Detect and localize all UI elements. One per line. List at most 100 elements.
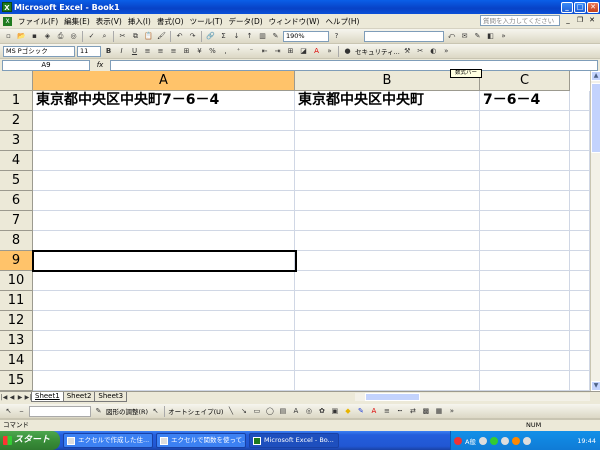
menu-window[interactable]: ウィンドウ(W) xyxy=(266,16,323,27)
design-mode-icon[interactable]: ✂ xyxy=(415,46,426,57)
maximize-button[interactable]: □ xyxy=(574,1,586,13)
grid-cell[interactable] xyxy=(295,231,480,251)
print-icon[interactable]: ⎙ xyxy=(55,31,66,42)
grid-cell[interactable] xyxy=(295,291,480,311)
increase-indent-icon[interactable]: ⇥ xyxy=(272,46,283,57)
tray-icon[interactable] xyxy=(489,436,498,445)
line-icon[interactable]: ╲ xyxy=(225,406,236,417)
reply-icon[interactable]: ⤺ xyxy=(446,31,457,42)
taskbar-item-1[interactable]: エクセルで作成した住... xyxy=(63,433,153,448)
sheet-tab-3[interactable]: Sheet3 xyxy=(94,392,128,402)
menu-tools[interactable]: ツール(T) xyxy=(187,16,226,27)
grid-cell[interactable] xyxy=(570,91,590,111)
row-header[interactable]: 12 xyxy=(0,311,33,331)
grid-cell[interactable] xyxy=(295,131,480,151)
grid-cell[interactable] xyxy=(480,291,570,311)
grid-cell[interactable] xyxy=(33,291,295,311)
grid-cell[interactable] xyxy=(295,311,480,331)
grid-cell[interactable] xyxy=(570,351,590,371)
ime-indicator[interactable]: A般 xyxy=(465,436,476,446)
grid-cell[interactable] xyxy=(570,111,590,131)
clock[interactable]: 19:44 xyxy=(577,437,596,445)
grid-cell[interactable] xyxy=(480,191,570,211)
autoshape-menu[interactable]: オートシェイプ(U) xyxy=(168,406,223,416)
review-icon[interactable]: ✉ xyxy=(459,31,470,42)
arrow-icon[interactable]: ↘ xyxy=(238,406,249,417)
diagram-icon[interactable]: ◎ xyxy=(303,406,314,417)
drawing-font-color-icon[interactable]: A xyxy=(368,406,379,417)
tray-icon[interactable] xyxy=(522,436,531,445)
fill-color-icon[interactable]: ◪ xyxy=(298,46,309,57)
row-header-selected[interactable]: 9 xyxy=(0,251,33,271)
grid-cell[interactable] xyxy=(33,111,295,131)
menu-file[interactable]: ファイル(F) xyxy=(15,16,61,27)
pointer-icon[interactable]: ↖ xyxy=(150,406,161,417)
row-header[interactable]: 15 xyxy=(0,371,33,391)
sheet-tab-2[interactable]: Sheet2 xyxy=(62,392,96,402)
menu-edit[interactable]: 編集(E) xyxy=(61,16,93,27)
line-style-2-icon[interactable]: ≡ xyxy=(381,406,392,417)
paste-icon[interactable]: 📋 xyxy=(143,31,154,42)
help-search-input[interactable]: 質問を入力してください xyxy=(480,15,560,26)
start-button[interactable]: スタート xyxy=(0,431,60,450)
shape-adjust-menu[interactable]: 図形の調整(R) xyxy=(106,406,148,416)
help-icon[interactable]: ? xyxy=(331,31,342,42)
grid-cell[interactable] xyxy=(480,251,570,271)
borders-icon[interactable]: ⊞ xyxy=(285,46,296,57)
tray-icon[interactable] xyxy=(500,436,509,445)
grid-cell[interactable] xyxy=(295,331,480,351)
autosum-icon[interactable]: Σ xyxy=(218,31,229,42)
scrollbar-thumb[interactable] xyxy=(591,83,600,153)
grid-cell[interactable] xyxy=(480,351,570,371)
highlight-icon[interactable]: ◧ xyxy=(485,31,496,42)
pen-icon[interactable]: ✎ xyxy=(93,406,104,417)
security-icon[interactable]: ● xyxy=(342,46,353,57)
grid-cell[interactable] xyxy=(480,331,570,351)
menu-view[interactable]: 表示(V) xyxy=(93,16,125,27)
copy-icon[interactable]: ⧉ xyxy=(130,31,141,42)
cut-icon[interactable]: ✂ xyxy=(117,31,128,42)
grid-cell[interactable] xyxy=(570,171,590,191)
vertical-scrollbar[interactable]: ▲ ▼ xyxy=(590,71,600,391)
grid-cell[interactable] xyxy=(480,151,570,171)
toolbar-options-icon[interactable]: » xyxy=(446,406,457,417)
grid-cell[interactable] xyxy=(295,151,480,171)
minimize-button[interactable]: _ xyxy=(561,1,573,13)
grid-cell[interactable] xyxy=(33,191,295,211)
chart-wizard-icon[interactable]: ▥ xyxy=(257,31,268,42)
sort-ascending-icon[interactable]: ↓ xyxy=(231,31,242,42)
taskbar-item-3[interactable]: Microsoft Excel - Bo... xyxy=(249,433,339,448)
control-toolbox-icon[interactable]: ⚒ xyxy=(402,46,413,57)
hyperlink-icon[interactable]: 🔗 xyxy=(205,31,216,42)
spelling-icon[interactable]: ✓ xyxy=(86,31,97,42)
grid-cell[interactable] xyxy=(480,211,570,231)
row-header[interactable]: 6 xyxy=(0,191,33,211)
document-icon[interactable]: X xyxy=(3,16,12,26)
toolbar-options-icon[interactable]: » xyxy=(441,46,452,57)
horizontal-scrollbar[interactable] xyxy=(355,393,590,401)
row-header[interactable]: 13 xyxy=(0,331,33,351)
grid-cell[interactable] xyxy=(33,311,295,331)
line-weight-select[interactable] xyxy=(29,405,91,417)
row-header[interactable]: 5 xyxy=(0,171,33,191)
grid-cell[interactable] xyxy=(295,371,480,391)
tray-icon[interactable] xyxy=(478,436,487,445)
tray-icon[interactable] xyxy=(454,436,462,445)
grid-cell[interactable] xyxy=(480,131,570,151)
grid-cell[interactable] xyxy=(570,211,590,231)
decrease-indent-icon[interactable]: ⇤ xyxy=(259,46,270,57)
toolbar-options-icon[interactable]: » xyxy=(498,31,509,42)
track-changes-icon[interactable]: ✎ xyxy=(472,31,483,42)
grid-cell[interactable] xyxy=(295,351,480,371)
underline-button[interactable]: U xyxy=(129,46,140,57)
currency-icon[interactable]: ¥ xyxy=(194,46,205,57)
bold-button[interactable]: B xyxy=(103,46,114,57)
row-header[interactable]: 14 xyxy=(0,351,33,371)
grid-cell[interactable] xyxy=(295,251,480,271)
dash-style-icon[interactable]: ┅ xyxy=(394,406,405,417)
redo-icon[interactable]: ↷ xyxy=(187,31,198,42)
save-icon[interactable]: ▪ xyxy=(29,31,40,42)
font-size-select[interactable]: 11 xyxy=(77,45,101,57)
doc-close-icon[interactable]: ✕ xyxy=(587,16,597,24)
align-left-icon[interactable]: ≡ xyxy=(142,46,153,57)
